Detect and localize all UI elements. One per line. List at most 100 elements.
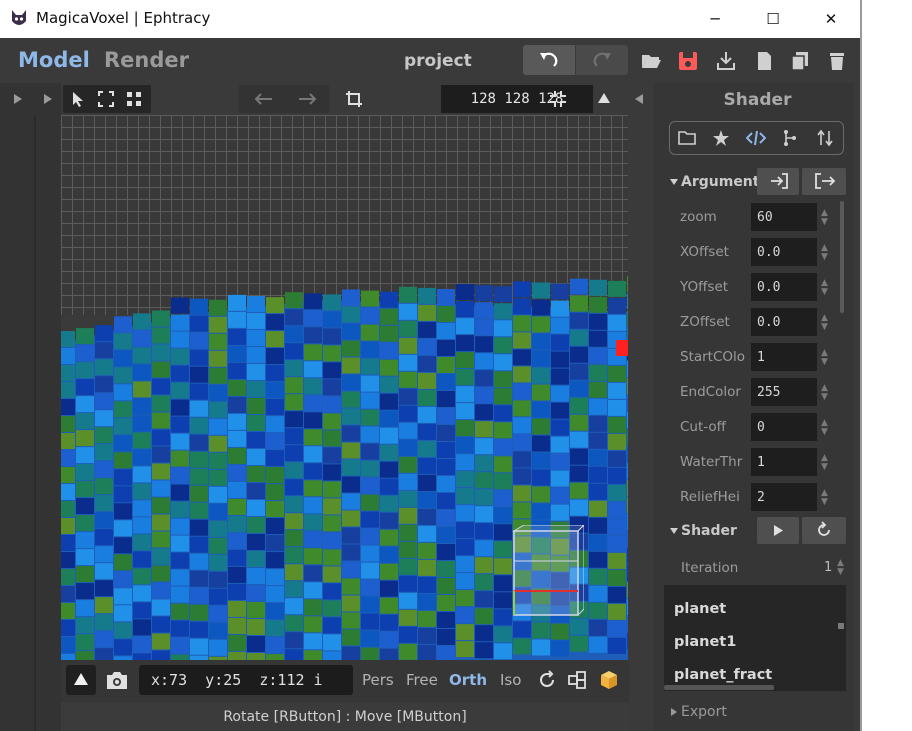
- sort-icon[interactable]: [816, 129, 834, 147]
- iteration-value[interactable]: 1: [824, 560, 832, 575]
- voxel: [361, 443, 379, 460]
- argument-value-field[interactable]: 1: [751, 343, 817, 371]
- model-dimensions[interactable]: 128 128 128: [441, 85, 593, 113]
- export-section-label[interactable]: Export: [681, 704, 727, 720]
- voxel: [133, 653, 151, 660]
- voxel: [361, 630, 379, 647]
- maximize-button[interactable]: ☐: [744, 0, 802, 38]
- redo-button[interactable]: [576, 45, 628, 75]
- view-iso[interactable]: Iso: [500, 671, 521, 689]
- view-orth[interactable]: Orth: [449, 671, 487, 689]
- voxel: [532, 418, 550, 435]
- expand-left-icon[interactable]: [12, 93, 24, 105]
- list-item[interactable]: planet_fract: [674, 667, 772, 683]
- list-scroll-marker[interactable]: [838, 623, 844, 629]
- close-button[interactable]: ✕: [802, 0, 860, 38]
- argument-stepper[interactable]: ▲ ▼: [821, 314, 831, 332]
- branch-icon[interactable]: [781, 129, 799, 147]
- shader-list[interactable]: planet planet1 planet_fract: [664, 585, 846, 691]
- argument-value-field[interactable]: 255: [751, 378, 817, 406]
- voxel: [323, 634, 341, 651]
- voxel: [304, 531, 322, 548]
- voxel: [190, 298, 208, 315]
- arrow-right-icon[interactable]: [297, 91, 319, 107]
- voxel: [399, 609, 417, 626]
- rotate-view-icon[interactable]: [537, 670, 557, 690]
- tab-render[interactable]: Render: [104, 48, 189, 72]
- voxel: [532, 401, 550, 418]
- voxel: [608, 484, 626, 501]
- crop-icon[interactable]: [345, 90, 363, 108]
- argument-section-label[interactable]: Argument: [681, 174, 759, 190]
- argument-stepper[interactable]: ▲ ▼: [821, 244, 831, 262]
- view-pers[interactable]: Pers: [362, 671, 394, 689]
- copy-icon[interactable]: [789, 50, 811, 72]
- collapse-up-icon[interactable]: [596, 91, 612, 105]
- shader-section-label[interactable]: Shader: [681, 523, 737, 539]
- pointer-icon[interactable]: [69, 90, 87, 108]
- argument-stepper[interactable]: ▲ ▼: [821, 489, 831, 507]
- argument-value-field[interactable]: 0: [751, 413, 817, 441]
- argument-value-field[interactable]: 0.0: [751, 273, 817, 301]
- voxel: [61, 535, 75, 551]
- save-icon[interactable]: [677, 50, 699, 72]
- argument-value-field[interactable]: 0.0: [751, 238, 817, 266]
- shader-toggle-icon[interactable]: [669, 526, 679, 536]
- voxel: [323, 583, 341, 600]
- voxel: [589, 415, 607, 432]
- camera-icon[interactable]: [105, 669, 129, 691]
- arrow-left-icon[interactable]: [252, 91, 274, 107]
- up-toggle-button[interactable]: [66, 665, 96, 695]
- orientation-cube-icon[interactable]: [504, 525, 584, 625]
- argument-value-field[interactable]: 1: [751, 448, 817, 476]
- export-icon[interactable]: [715, 50, 737, 72]
- layout-icon[interactable]: [567, 670, 587, 690]
- cube-icon[interactable]: [599, 669, 619, 691]
- list-item[interactable]: planet: [674, 601, 726, 617]
- voxel: [475, 540, 493, 557]
- voxel: [76, 617, 94, 634]
- 3d-viewport[interactable]: [61, 115, 628, 660]
- voxel: [171, 399, 189, 416]
- argument-stepper[interactable]: ▲ ▼: [821, 454, 831, 472]
- expand-left-2-icon[interactable]: [42, 93, 54, 105]
- argument-scrollbar[interactable]: [840, 201, 844, 313]
- iteration-stepper[interactable]: ▲ ▼: [837, 559, 847, 577]
- argument-stepper[interactable]: ▲ ▼: [821, 384, 831, 402]
- minimize-button[interactable]: ─: [686, 0, 744, 38]
- undo-button[interactable]: [523, 45, 575, 75]
- argument-value-field[interactable]: 60: [751, 203, 817, 231]
- voxel: [589, 636, 607, 653]
- export-toggle-icon[interactable]: [669, 707, 679, 717]
- voxel: [380, 342, 398, 359]
- fit-view-icon[interactable]: [549, 90, 567, 108]
- argument-stepper[interactable]: ▲ ▼: [821, 419, 831, 437]
- argument-value-field[interactable]: 2: [751, 483, 817, 511]
- argument-stepper[interactable]: ▲ ▼: [821, 209, 831, 227]
- argument-toggle-icon[interactable]: [669, 177, 679, 187]
- import-argument-button[interactable]: [757, 168, 799, 195]
- argument-value-field[interactable]: 0.0: [751, 308, 817, 336]
- marquee-select-icon[interactable]: [97, 90, 115, 108]
- view-free[interactable]: Free: [406, 671, 438, 689]
- open-folder-icon[interactable]: [640, 50, 662, 72]
- reset-shader-button[interactable]: [802, 517, 846, 544]
- voxel: [513, 366, 531, 383]
- run-shader-button[interactable]: [757, 517, 799, 544]
- argument-stepper[interactable]: ▲ ▼: [821, 349, 831, 367]
- argument-stepper[interactable]: ▲ ▼: [821, 279, 831, 297]
- list-item[interactable]: planet1: [674, 634, 736, 650]
- tab-model[interactable]: Model: [18, 48, 90, 72]
- export-argument-button[interactable]: [802, 168, 846, 195]
- voxel: [266, 552, 284, 569]
- list-scrollbar[interactable]: [664, 685, 774, 690]
- delete-icon[interactable]: [826, 50, 848, 72]
- resize-select-icon[interactable]: [125, 90, 143, 108]
- voxel: [323, 430, 341, 447]
- new-file-icon[interactable]: [753, 50, 775, 72]
- star-icon[interactable]: [712, 129, 730, 147]
- voxel: [437, 646, 455, 660]
- voxel: [323, 617, 341, 634]
- code-icon[interactable]: [746, 129, 766, 147]
- folder-icon[interactable]: [678, 129, 696, 147]
